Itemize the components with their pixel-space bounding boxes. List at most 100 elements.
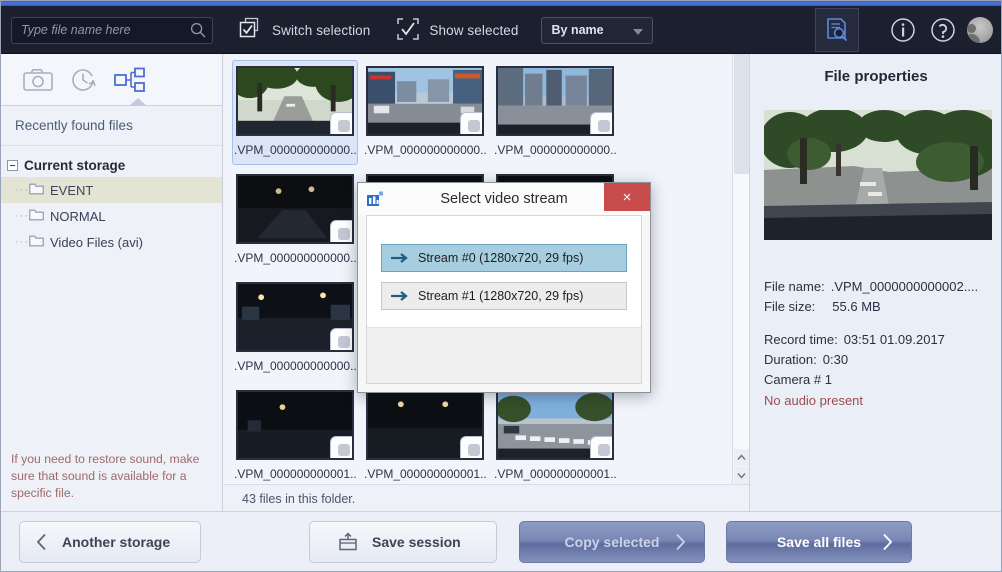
scrollbar-thumb[interactable] (734, 54, 749, 174)
thumbnail-cell[interactable]: .VPM_000000000000... (362, 60, 488, 165)
file-size-label: File size: (764, 299, 816, 314)
scroll-up-button[interactable] (734, 449, 749, 466)
switch-selection-button[interactable]: Switch selection (233, 6, 376, 54)
thumbnail-select-checkbox[interactable] (330, 220, 352, 242)
thumbnail-caption: .VPM_000000000001... (234, 467, 356, 481)
save-box-icon (338, 531, 358, 552)
thumbnail-cell[interactable]: .VPM_000000000001... (492, 384, 618, 484)
record-time-label: Record time: (764, 332, 838, 347)
thumbnail-select-checkbox[interactable] (590, 436, 612, 458)
thumbnail-image[interactable] (496, 66, 614, 136)
thumbnail-caption: .VPM_000000000000... (494, 143, 616, 157)
chevron-down-icon (737, 473, 746, 479)
thumbnail-image[interactable] (236, 390, 354, 460)
thumbnail-image[interactable] (366, 66, 484, 136)
chevron-down-icon (632, 28, 643, 35)
checkbox-square-icon (338, 120, 350, 132)
thumbnail-select-checkbox[interactable] (460, 436, 482, 458)
stream-option-1[interactable]: Stream #1 (1280x720, 29 fps) (381, 282, 627, 310)
thumbnail-image[interactable] (236, 66, 354, 136)
info-icon (891, 18, 915, 42)
toolbar-right-group (815, 6, 1001, 54)
checkbox-square-icon (338, 228, 350, 240)
avatar-body-icon (967, 34, 980, 43)
tree-root-label: Current storage (24, 157, 126, 173)
save-all-files-label: Save all files (776, 533, 862, 550)
left-sidebar: Recently found files Current storage ···… (1, 54, 223, 512)
tree-item-event[interactable]: ··· EVENT (1, 177, 222, 203)
clock-refresh-icon (72, 68, 96, 91)
copy-selected-button[interactable]: Copy selected (519, 520, 705, 563)
thumbnail-image[interactable] (236, 282, 354, 352)
help-icon (931, 18, 955, 42)
info-button[interactable] (883, 6, 923, 54)
sort-dropdown[interactable]: By name (540, 16, 653, 44)
thumbnail-cell[interactable]: .VPM_000000000000... (232, 168, 358, 273)
application-window: Switch selection Show selected By name (0, 0, 1002, 572)
save-session-label: Save session (372, 533, 461, 550)
save-session-button[interactable]: Save session (309, 520, 497, 563)
file-preview-image (764, 110, 992, 240)
save-all-files-button[interactable]: Save all files (726, 520, 912, 563)
close-icon[interactable]: × (604, 183, 650, 211)
gallery-scrollbar[interactable] (732, 54, 749, 484)
storage-tree: Current storage ··· EVENT ··· NORMAL ···… (1, 146, 222, 255)
thumbnail-cell[interactable]: .VPM_000000000001... (232, 384, 358, 484)
active-tab-pointer (129, 98, 147, 106)
help-button[interactable] (923, 6, 963, 54)
restore-sound-note: If you need to restore sound, make sure … (11, 452, 200, 500)
arrow-right-icon (390, 252, 408, 264)
duration-label: Duration: (764, 352, 817, 367)
tree-root-current-storage[interactable]: Current storage (1, 153, 222, 177)
another-storage-button[interactable]: Another storage (19, 520, 201, 563)
sidebar-tab-camera[interactable] (15, 61, 61, 99)
preview-thumbnail (764, 110, 992, 240)
folder-icon (29, 182, 44, 198)
file-search-icon (827, 18, 848, 42)
thumbnail-select-checkbox[interactable] (330, 328, 352, 350)
thumbnail-select-checkbox[interactable] (330, 436, 352, 458)
thumbnail-cell[interactable]: .VPM_000000000001... (362, 384, 488, 484)
thumbnail-image[interactable] (236, 174, 354, 244)
properties-spacer (764, 317, 988, 330)
thumbnail-caption: .VPM_000000000001... (364, 467, 486, 481)
file-count-label: 43 files in this folder. (242, 491, 356, 506)
chevron-left-icon (36, 533, 48, 551)
thumbnail-select-checkbox[interactable] (460, 112, 482, 134)
show-selected-button[interactable]: Show selected (390, 6, 524, 54)
thumbnail-select-checkbox[interactable] (590, 112, 612, 134)
sidebar-tab-tree[interactable] (107, 61, 153, 99)
thumbnail-image[interactable] (366, 390, 484, 460)
thumbnail-caption: .VPM_000000000000... (234, 251, 356, 265)
stream-option-0[interactable]: Stream #0 (1280x720, 29 fps) (381, 244, 627, 272)
checkbox-square-icon (468, 444, 480, 456)
checkbox-square-icon (338, 336, 350, 348)
thumbnail-cell[interactable]: .VPM_000000000000... (232, 276, 358, 381)
checkbox-square-icon (338, 444, 350, 456)
stream-option-label: Stream #1 (1280x720, 29 fps) (418, 289, 584, 303)
file-name-label: File name: (764, 279, 825, 294)
tree-item-video-files[interactable]: ··· Video Files (avi) (1, 229, 222, 255)
sidebar-tab-recent[interactable] (61, 61, 107, 99)
tree-connector-icon: ··· (15, 210, 29, 222)
thumbnail-image[interactable] (496, 390, 614, 460)
dialog-body: Stream #0 (1280x720, 29 fps) Stream #1 (… (366, 215, 642, 384)
folder-icon (29, 208, 44, 224)
thumbnail-select-checkbox[interactable] (330, 112, 352, 134)
tree-item-normal[interactable]: ··· NORMAL (1, 203, 222, 229)
scroll-down-button[interactable] (734, 467, 749, 484)
thumbnail-cell[interactable]: .VPM_000000000000... (232, 60, 358, 165)
file-search-button[interactable] (815, 8, 859, 52)
duration-row: Duration: 0:30 (764, 350, 988, 370)
camera-icon (23, 68, 53, 91)
thumbnail-cell[interactable]: .VPM_000000000000... (492, 60, 618, 165)
dialog-footer (367, 327, 641, 383)
checkbox-square-icon (598, 120, 610, 132)
recently-found-files-row[interactable]: Recently found files (1, 106, 222, 146)
top-toolbar: Switch selection Show selected By name (1, 6, 1001, 54)
sidebar-tabs (1, 54, 222, 106)
user-avatar[interactable] (967, 17, 993, 43)
collapse-icon[interactable] (7, 159, 18, 171)
duration-value: 0:30 (822, 352, 849, 367)
search-input[interactable] (11, 16, 213, 44)
